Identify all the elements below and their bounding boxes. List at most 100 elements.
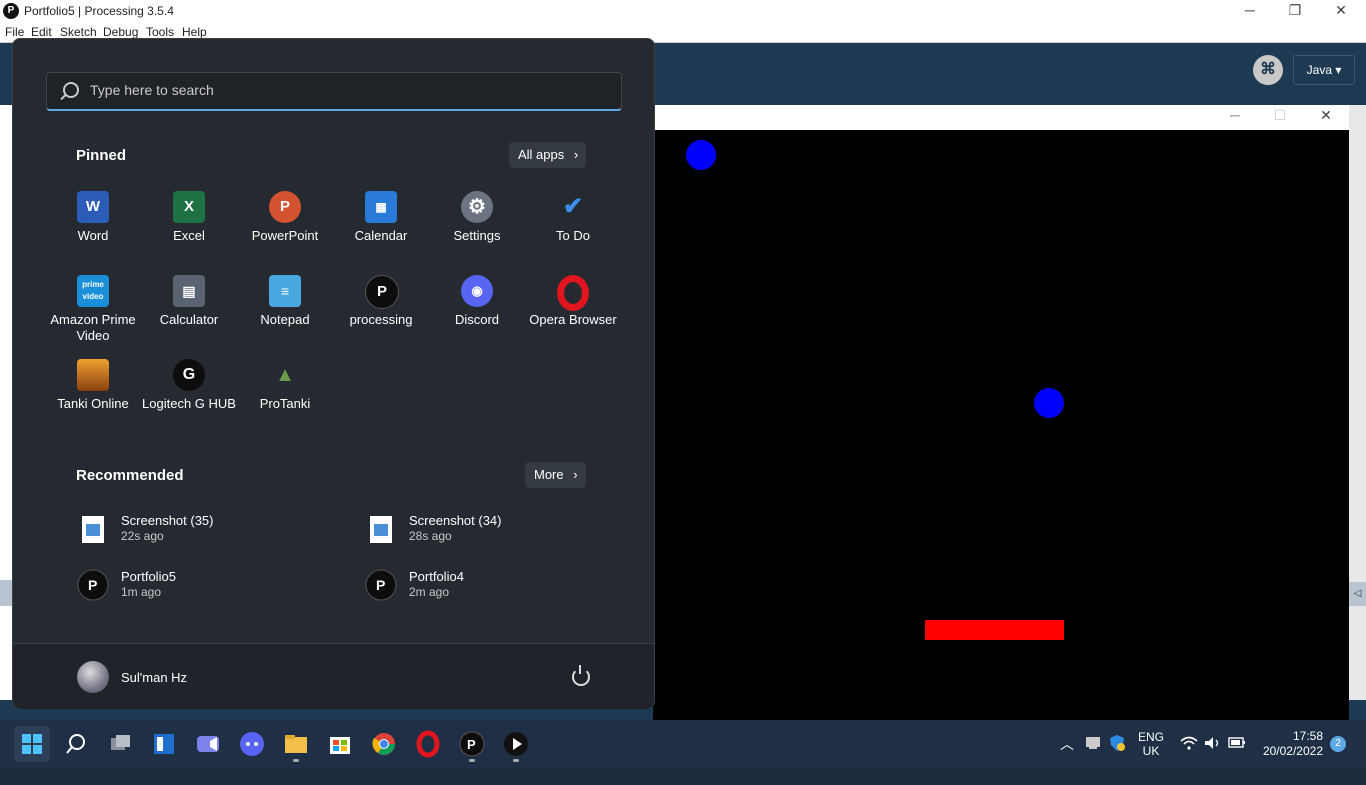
word-icon: W bbox=[77, 191, 109, 223]
search-icon bbox=[66, 734, 85, 754]
close-icon[interactable]: ✕ bbox=[1321, 2, 1361, 19]
app-label: PowerPoint bbox=[251, 228, 319, 243]
taskbar-processing[interactable]: P bbox=[454, 726, 490, 762]
sketch-maximize-icon[interactable]: ☐ bbox=[1260, 107, 1300, 124]
menu-edit[interactable]: Edit bbox=[31, 25, 52, 39]
tray-device-icon[interactable] bbox=[1085, 735, 1103, 783]
clock[interactable]: 17:58 20/02/2022 bbox=[1258, 729, 1323, 777]
user-name[interactable]: Sul'man Hz bbox=[121, 670, 187, 685]
menu-tools[interactable]: Tools bbox=[146, 25, 174, 39]
sketch-minimize-icon[interactable]: ─ bbox=[1215, 107, 1255, 123]
menu-sketch[interactable]: Sketch bbox=[60, 25, 97, 39]
opera-icon bbox=[557, 275, 589, 311]
power-icon[interactable] bbox=[572, 665, 590, 686]
pinned-app-excel[interactable]: X Excel bbox=[141, 191, 237, 271]
language-indicator[interactable]: ENG UK bbox=[1138, 730, 1164, 778]
avatar[interactable] bbox=[77, 661, 109, 693]
blue-ball bbox=[1034, 388, 1064, 418]
shield-icon[interactable] bbox=[1108, 734, 1126, 782]
pinned-app-logitech[interactable]: G Logitech G HUB bbox=[141, 359, 237, 439]
app-label: ProTanki bbox=[259, 396, 311, 411]
wifi-icon[interactable] bbox=[1180, 736, 1198, 784]
pinned-heading: Pinned bbox=[76, 147, 127, 164]
taskbar-search-button[interactable] bbox=[58, 726, 94, 762]
processing-icon: P bbox=[459, 731, 485, 757]
recommended-item[interactable]: Screenshot (35) 22s ago bbox=[77, 511, 337, 551]
collapse-console-icon[interactable]: ◁ bbox=[1349, 582, 1366, 606]
sketch-titlebar: ─ ☐ ✕ bbox=[653, 105, 1349, 130]
processing-icon: P bbox=[365, 569, 397, 601]
recommended-name: Portfolio5 bbox=[121, 569, 176, 584]
taskbar-opera[interactable] bbox=[410, 726, 446, 762]
pinned-app-powerpoint[interactable]: P PowerPoint bbox=[237, 191, 333, 271]
widgets-button[interactable] bbox=[146, 726, 182, 762]
start-button[interactable] bbox=[14, 726, 50, 762]
battery-icon[interactable] bbox=[1228, 737, 1246, 785]
logitech-icon: G bbox=[173, 359, 205, 391]
start-icon bbox=[22, 734, 42, 754]
more-button[interactable]: More › bbox=[525, 462, 586, 488]
calendar-icon: ▦ bbox=[365, 191, 397, 223]
taskbar-discord[interactable] bbox=[234, 726, 270, 762]
checkmark-icon: ✔ bbox=[562, 193, 584, 220]
media-player-icon bbox=[504, 732, 528, 756]
taskbar-file-explorer[interactable] bbox=[278, 726, 314, 762]
app-label: Excel bbox=[173, 228, 205, 243]
opera-icon bbox=[416, 730, 440, 758]
processing-icon: P bbox=[365, 275, 399, 309]
clock-date: 20/02/2022 bbox=[1262, 744, 1323, 758]
image-file-icon bbox=[77, 513, 109, 545]
menu-file[interactable]: File bbox=[5, 25, 24, 39]
menu-debug[interactable]: Debug bbox=[103, 25, 138, 39]
taskbar-chrome[interactable] bbox=[366, 726, 402, 762]
taskbar-store[interactable] bbox=[322, 726, 358, 762]
debug-mode-icon[interactable]: ⌘ bbox=[1253, 55, 1283, 85]
pinned-app-processing[interactable]: P processing bbox=[333, 275, 429, 355]
app-label: Settings bbox=[453, 228, 501, 243]
search-input[interactable]: Type here to search bbox=[46, 72, 622, 111]
search-icon bbox=[63, 82, 79, 98]
pinned-app-calculator[interactable]: ▤ Calculator bbox=[141, 275, 237, 355]
recommended-name: Screenshot (35) bbox=[121, 513, 214, 528]
discord-icon: ◉ bbox=[461, 275, 493, 307]
volume-icon[interactable] bbox=[1204, 736, 1222, 784]
gear-icon: ⚙ bbox=[461, 191, 493, 223]
sketch-close-icon[interactable]: ✕ bbox=[1306, 107, 1346, 124]
pinned-app-prime-video[interactable]: prime video Amazon Prime Video bbox=[45, 275, 141, 355]
blue-ball bbox=[686, 140, 716, 170]
mode-select-button[interactable]: Java ▾ bbox=[1293, 55, 1355, 85]
pinned-app-word[interactable]: W Word bbox=[45, 191, 141, 271]
pinned-app-settings[interactable]: ⚙ Settings bbox=[429, 191, 525, 271]
ide-window-title: Portfolio5 | Processing 3.5.4 bbox=[24, 4, 174, 18]
app-label: Word bbox=[77, 228, 109, 243]
pinned-app-notepad[interactable]: ≡ Notepad bbox=[237, 275, 333, 355]
sketch-canvas[interactable] bbox=[653, 130, 1349, 720]
editor-scrollbar[interactable] bbox=[1349, 105, 1366, 720]
image-file-icon bbox=[365, 513, 397, 545]
recommended-item[interactable]: Screenshot (34) 28s ago bbox=[365, 511, 625, 551]
processing-logo-icon: P bbox=[3, 3, 19, 19]
app-label: Notepad bbox=[260, 312, 310, 327]
pinned-app-protanki[interactable]: ▲ ProTanki bbox=[237, 359, 333, 439]
pinned-app-todo[interactable]: ✔ To Do bbox=[525, 191, 621, 271]
pinned-app-tanki-online[interactable]: Tanki Online bbox=[45, 359, 141, 439]
restore-icon[interactable]: ❐ bbox=[1275, 2, 1315, 19]
pinned-app-calendar[interactable]: ▦ Calendar bbox=[333, 191, 429, 271]
all-apps-button[interactable]: All apps › bbox=[509, 142, 587, 168]
menu-help[interactable]: Help bbox=[182, 25, 207, 39]
task-view-button[interactable] bbox=[102, 726, 138, 762]
chevron-right-icon: › bbox=[573, 467, 578, 482]
teams-chat-button[interactable] bbox=[190, 726, 226, 762]
pinned-app-discord[interactable]: ◉ Discord bbox=[429, 275, 525, 355]
app-label: Calendar bbox=[354, 228, 408, 243]
notification-badge[interactable]: 2 bbox=[1330, 736, 1346, 752]
taskbar-media-player[interactable] bbox=[498, 726, 534, 762]
recommended-item[interactable]: P Portfolio5 1m ago bbox=[77, 567, 337, 607]
chevron-up-icon[interactable]: ︿ bbox=[1060, 734, 1074, 782]
notepad-icon: ≡ bbox=[269, 275, 301, 307]
recommended-item[interactable]: P Portfolio4 2m ago bbox=[365, 567, 625, 607]
language-code: ENG bbox=[1138, 730, 1165, 744]
minimize-icon[interactable]: ─ bbox=[1230, 2, 1270, 18]
pinned-app-opera[interactable]: Opera Browser bbox=[525, 275, 621, 355]
red-paddle bbox=[925, 620, 1064, 640]
